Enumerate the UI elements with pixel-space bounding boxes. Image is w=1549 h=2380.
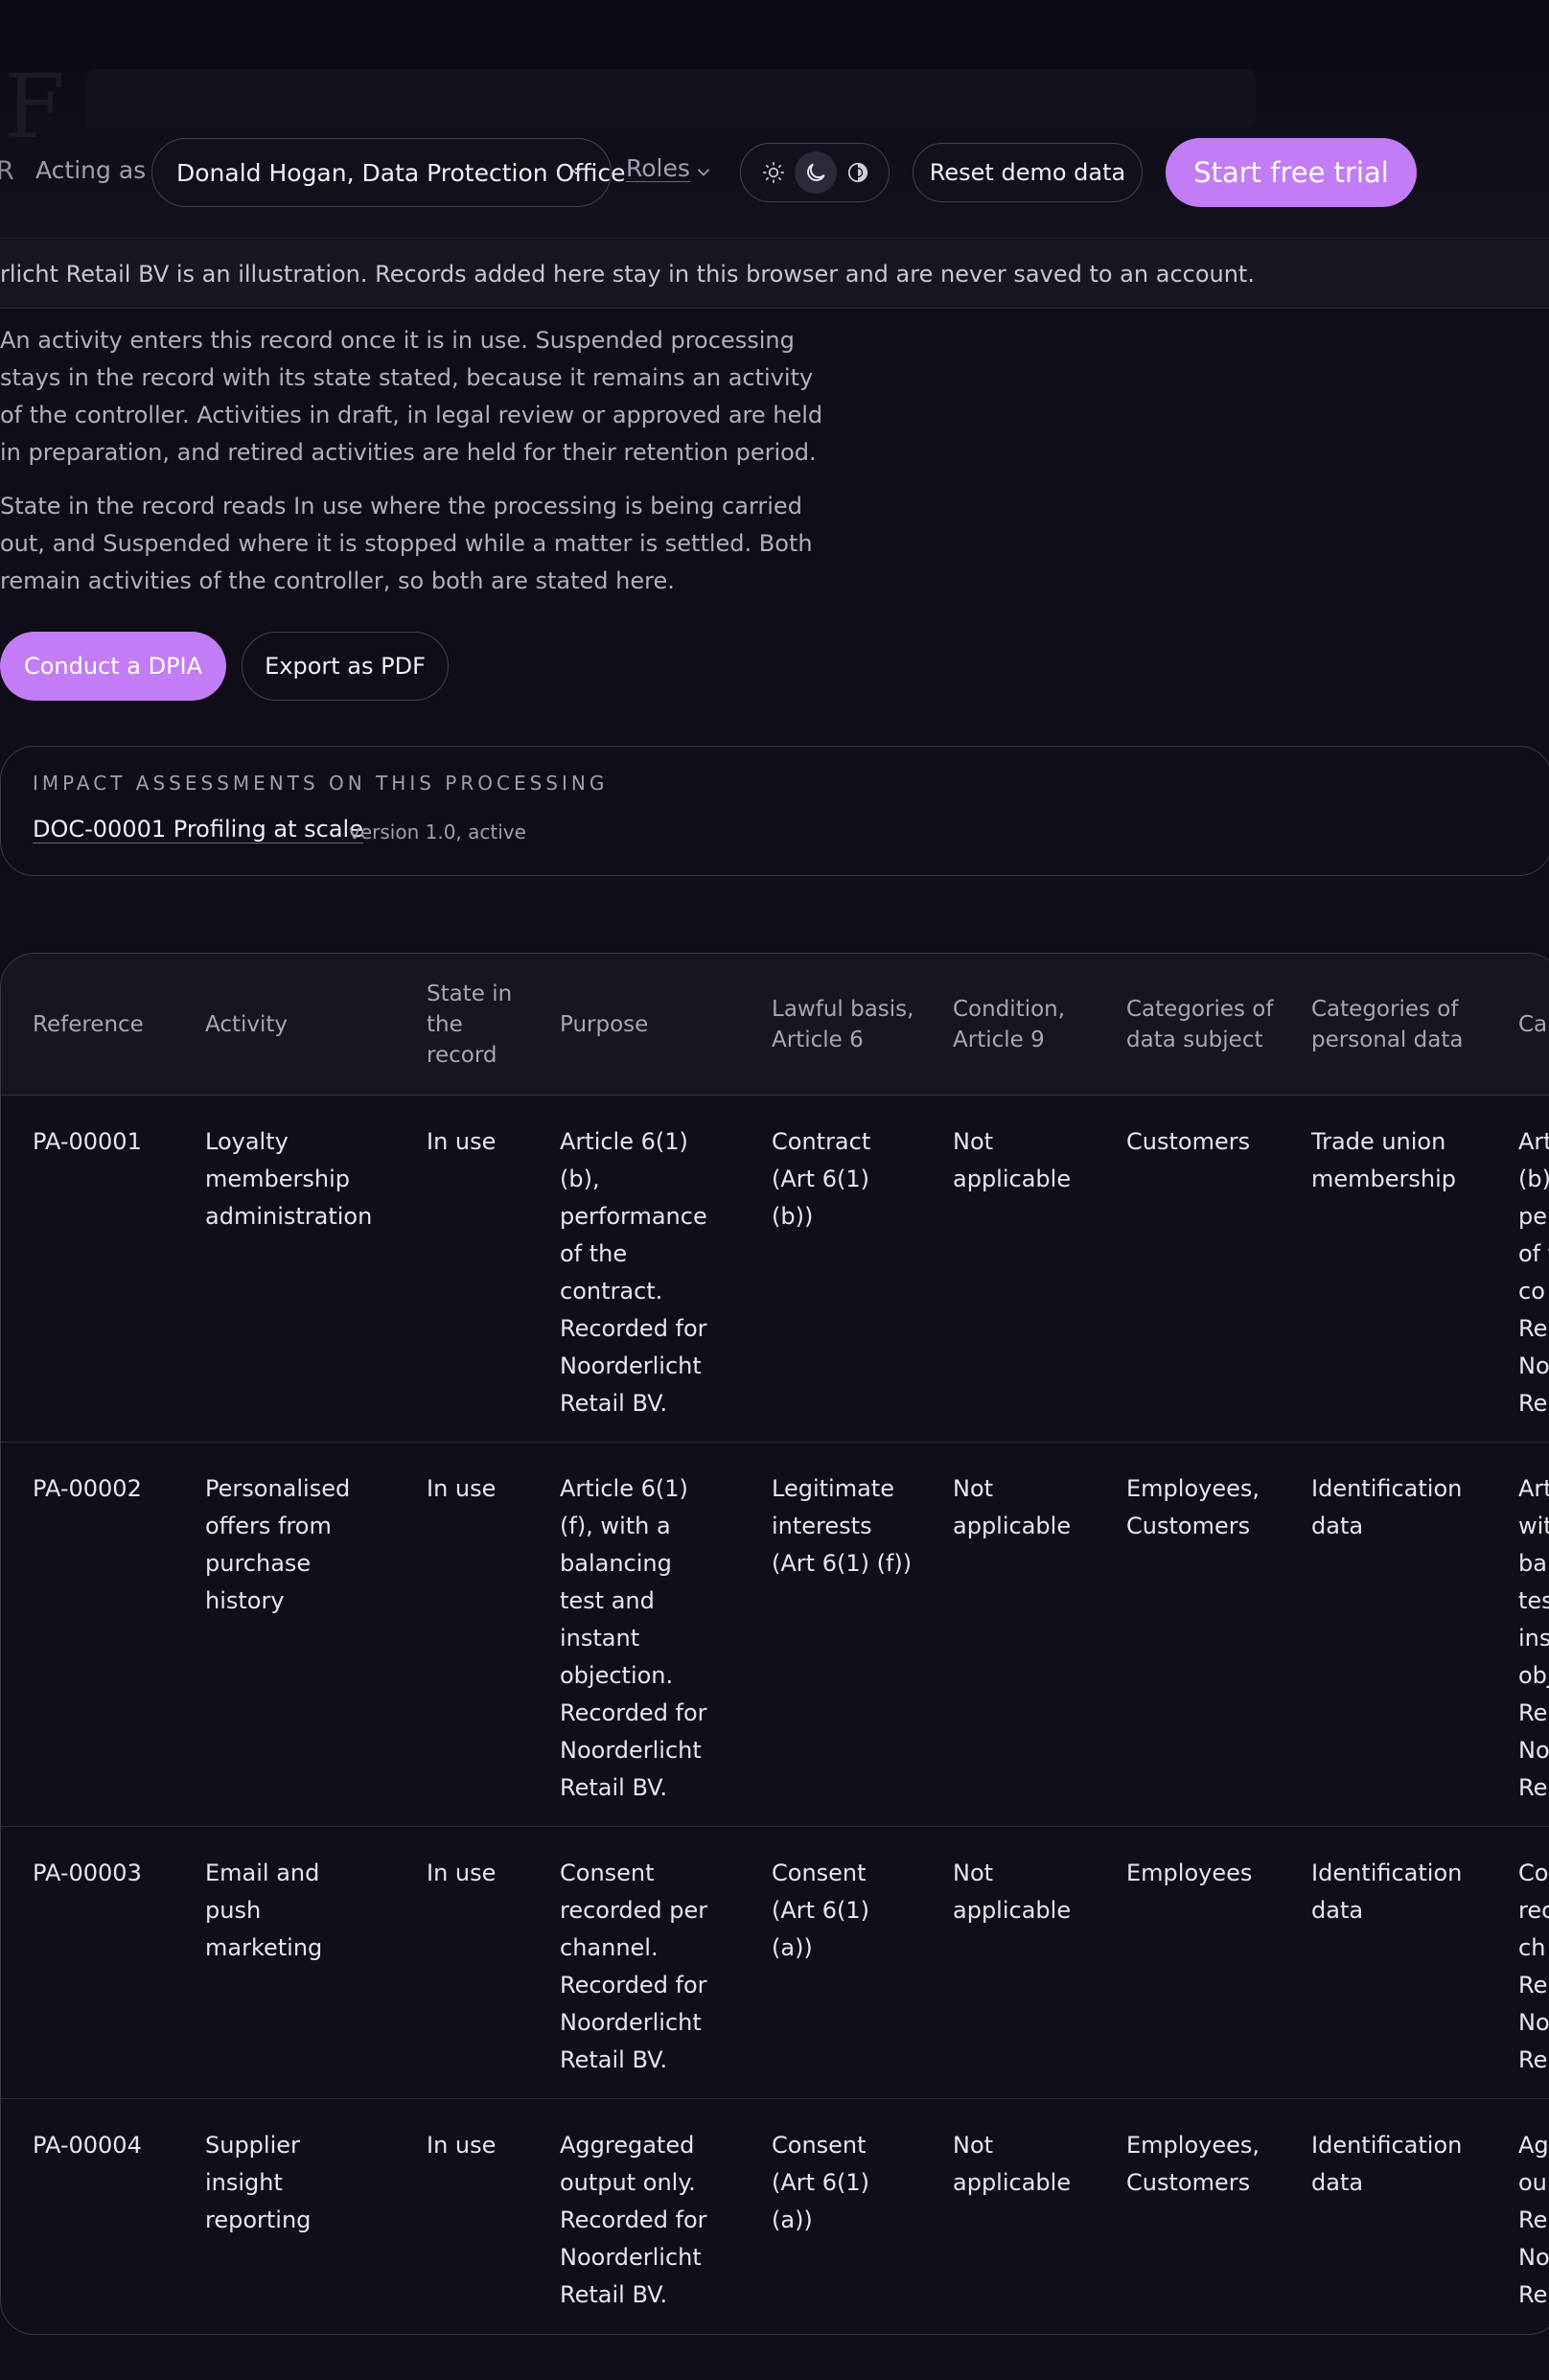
cell-reference: PA-00001 [33,1128,142,1155]
cell-purpose: Consent recorded per channel. Recorded f… [560,1860,708,2073]
column-header-reference: Reference [33,1011,144,1037]
roles-menu[interactable]: Roles [626,156,690,182]
cell-activity: Supplier insight reporting [205,2132,312,2233]
table-row: PA-00003 Email and push marketing In use… [1,1826,1549,2099]
cell-lawful-basis: Consent (Art 6(1) (a)) [772,1860,869,1961]
page-title-fragment: F [4,56,67,158]
impact-assessments-heading: IMPACT ASSESSMENTS ON THIS PROCESSING [33,772,609,795]
intro-paragraph-2: State in the record reads In use where t… [0,493,813,594]
acting-as-value: Donald Hogan, Data Protection Office [176,158,626,187]
top-bar: F R Acting as Donald Hogan, Data Protect… [0,0,1549,239]
acting-as-label: Acting as [35,156,147,184]
acting-as-select[interactable]: Donald Hogan, Data Protection Office [151,138,626,207]
cell-data-subjects: Employees, Customers [1126,1475,1260,1539]
column-header-condition: Condition, Article 9 [953,996,1066,1052]
cell-reference: PA-00003 [33,1860,142,1886]
column-header-lawful-basis: Lawful basis, Article 6 [772,996,914,1052]
cell-personal-data: Trade union membership [1311,1128,1457,1192]
column-header-recipients: Ca rec [1518,1011,1548,1037]
cell-lawful-basis: Legitimate interests (Art 6(1) (f)) [772,1475,913,1577]
cell-lawful-basis: Consent (Art 6(1) (a)) [772,2132,869,2233]
cell-personal-data: Identification data [1311,1475,1463,1539]
theme-switcher [740,143,890,202]
cell-purpose: Article 6(1) (f), with a balancing test … [560,1475,707,1801]
cell-activity: Personalised offers from purchase histor… [205,1475,351,1614]
start-free-trial-button[interactable]: Start free trial [1166,138,1417,207]
header-backdrop [86,69,1256,128]
column-header-personal-data: Categories of personal data [1311,996,1464,1052]
chevron-down-icon [570,168,582,175]
cell-recipients: Co rec ch Re No Re [1518,1860,1549,2073]
cell-data-subjects: Employees, Customers [1126,2132,1260,2196]
cell-data-subjects: Customers [1126,1128,1251,1155]
cell-lawful-basis: Contract (Art 6(1) (b)) [772,1128,871,1230]
impact-assessments-card: IMPACT ASSESSMENTS ON THIS PROCESSING DO… [0,746,1549,876]
cell-recipients: Ag ou Re No Re [1518,2132,1549,2308]
export-pdf-button[interactable]: Export as PDF [242,632,449,701]
cell-state: In use [427,2132,497,2159]
dpia-version-meta: version 1.0, active [349,820,526,843]
cell-data-subjects: Employees [1126,1860,1253,1886]
cell-purpose: Article 6(1) (b), performance of the con… [560,1128,707,1417]
table-row: PA-00001 Loyalty membership administrati… [1,1095,1549,1443]
cell-reference: PA-00002 [33,1475,142,1502]
conduct-dpia-button[interactable]: Conduct a DPIA [0,632,226,701]
cell-state: In use [427,1128,497,1155]
intro-paragraph-1: An activity enters this record once it i… [0,327,823,466]
sun-icon[interactable] [752,151,795,194]
column-header-data-subjects: Categories of data subject [1126,996,1274,1052]
cell-state: In use [427,1475,497,1502]
cell-condition: Not applicable [953,1475,1072,1539]
processing-activities-table: Reference Activity State in the record P… [0,953,1549,2335]
moon-icon[interactable] [795,151,837,194]
cell-activity: Loyalty membership administration [205,1128,373,1230]
cell-activity: Email and push marketing [205,1860,323,1961]
demo-notice-banner: rlicht Retail BV is an illustration. Rec… [0,240,1549,309]
cell-purpose: Aggregated output only. Recorded for Noo… [560,2132,707,2308]
cell-state: In use [427,1860,497,1886]
dpia-document-link[interactable]: DOC-00001 Profiling at scale [33,816,363,843]
cell-recipients: Art wit ba tes ins obj Re No Re [1518,1475,1549,1801]
reset-demo-data-button[interactable]: Reset demo data [913,143,1143,202]
cell-condition: Not applicable [953,2132,1072,2196]
chevron-down-icon [697,169,710,176]
cell-personal-data: Identification data [1311,1860,1463,1924]
contrast-icon[interactable] [837,151,879,194]
cell-recipients: Art (b) pe of t co Re No Re [1518,1128,1549,1417]
cell-condition: Not applicable [953,1860,1072,1924]
cell-reference: PA-00004 [33,2132,142,2159]
table-row: PA-00002 Personalised offers from purcha… [1,1442,1549,1827]
column-header-activity: Activity [205,1011,289,1037]
table-row: PA-00004 Supplier insight reporting In u… [1,2098,1549,2334]
column-header-state: State in the record [427,981,513,1068]
column-header-purpose: Purpose [560,1011,649,1037]
cut-off-label: R [0,156,14,186]
table-header-row: Reference Activity State in the record P… [1,954,1549,1096]
cell-personal-data: Identification data [1311,2132,1463,2196]
cell-condition: Not applicable [953,1128,1072,1192]
